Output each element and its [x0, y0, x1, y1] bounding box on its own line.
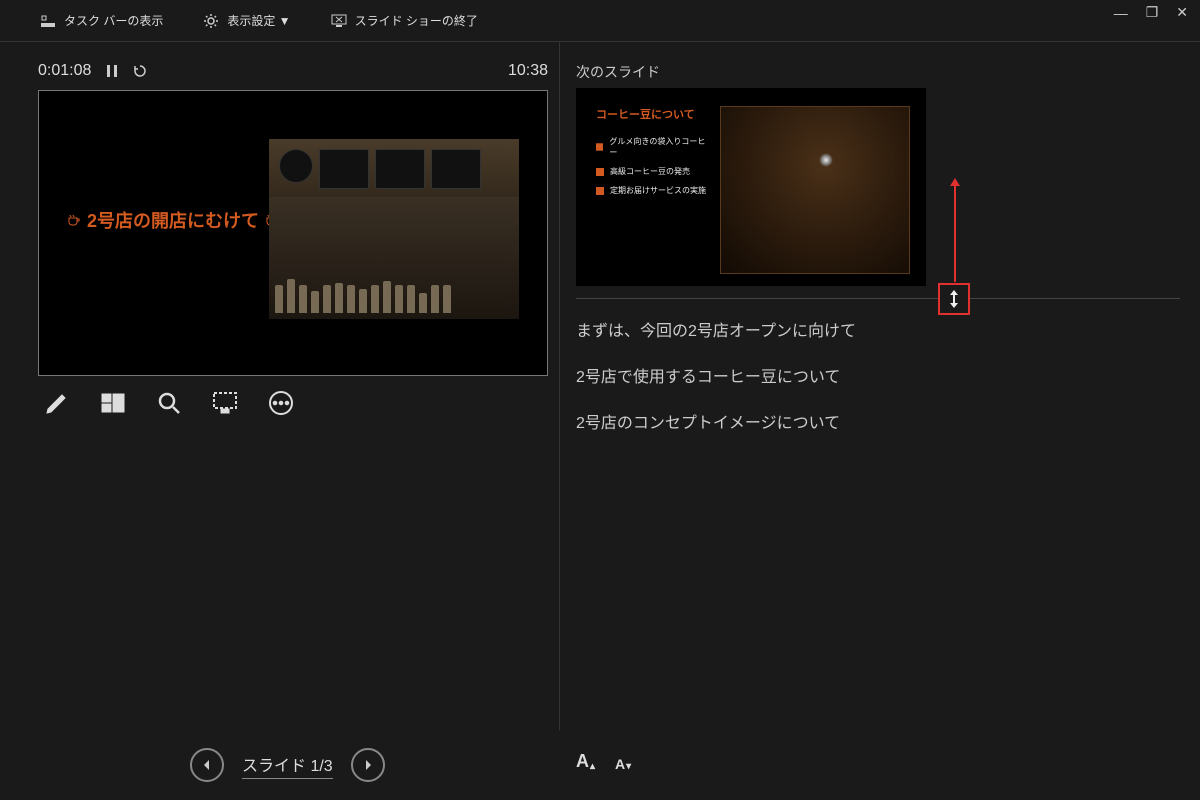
more-options-tool[interactable]: [268, 390, 294, 419]
next-slide-button[interactable]: [351, 748, 385, 782]
restore-button[interactable]: ❐: [1146, 4, 1159, 21]
elapsed-time: 0:01:08: [38, 62, 91, 80]
presenter-tools: [38, 390, 559, 419]
next-slide-label: 次のスライド: [576, 62, 1180, 82]
next-slide-preview[interactable]: コーヒー豆について グルメ向きの袋入りコーヒー 高級コーヒー豆の発売 定期お届け…: [576, 88, 926, 286]
increase-font-button[interactable]: A▴: [576, 751, 595, 772]
next-slide-bullet: 定期お届けサービスの実施: [596, 185, 706, 196]
notes-divider: [576, 298, 1180, 299]
cup-icon: [596, 143, 603, 151]
pause-button[interactable]: [105, 64, 119, 78]
end-slideshow-label: スライド ショーの終了: [355, 12, 478, 29]
display-settings-label: 表示設定 ▼: [227, 12, 290, 29]
speaker-note: 2号店のコンセプトイメージについて: [576, 409, 1180, 433]
minimize-button[interactable]: —: [1114, 5, 1128, 21]
pen-tool[interactable]: [44, 390, 70, 419]
resize-handle[interactable]: [938, 283, 970, 315]
slide-counter[interactable]: スライド 1/3: [242, 752, 333, 779]
close-button[interactable]: ✕: [1176, 4, 1188, 21]
decrease-font-button[interactable]: A▾: [615, 756, 631, 772]
current-slide-preview[interactable]: 2号店の開店にむけて: [38, 90, 548, 376]
cup-icon: [596, 187, 604, 195]
presenter-toolbar: タスク バーの表示 表示設定 ▼ スライド ショーの終了: [0, 0, 1200, 42]
show-taskbar-label: タスク バーの表示: [64, 12, 163, 29]
current-slide-title: 2号店の開店にむけて: [67, 207, 279, 233]
end-slideshow-button[interactable]: スライド ショーの終了: [331, 12, 478, 29]
current-slide-image: [269, 139, 519, 319]
next-slide-bullet: グルメ向きの袋入りコーヒー: [596, 136, 706, 158]
slide-navigation: スライド 1/3: [190, 748, 385, 782]
previous-slide-button[interactable]: [190, 748, 224, 782]
chevron-left-icon: [201, 759, 213, 771]
total-time: 10:38: [508, 62, 548, 80]
next-slide-bullet: 高級コーヒー豆の発売: [596, 166, 706, 177]
font-size-controls: A▴ A▾: [576, 751, 631, 772]
black-screen-tool[interactable]: [212, 390, 238, 419]
taskbar-icon: [40, 13, 56, 29]
next-slide-title: コーヒー豆について: [596, 106, 706, 122]
show-taskbar-button[interactable]: タスク バーの表示: [40, 12, 163, 29]
timer-row: 0:01:08 10:38: [38, 62, 548, 80]
cup-icon: [67, 213, 81, 227]
resize-vertical-icon: [947, 290, 961, 308]
zoom-tool[interactable]: [156, 390, 182, 419]
speaker-note: 2号店で使用するコーヒー豆について: [576, 363, 1180, 387]
gear-icon: [203, 13, 219, 29]
speaker-note: まずは、今回の2号店オープンに向けて: [576, 317, 1180, 341]
next-slide-image: [720, 106, 910, 274]
monitor-x-icon: [331, 13, 347, 29]
display-settings-button[interactable]: 表示設定 ▼: [203, 12, 290, 29]
restart-timer-button[interactable]: [133, 64, 147, 78]
chevron-right-icon: [362, 759, 374, 771]
cup-icon: [596, 168, 604, 176]
annotation-arrow: [954, 184, 956, 282]
view-all-slides-tool[interactable]: [100, 390, 126, 419]
